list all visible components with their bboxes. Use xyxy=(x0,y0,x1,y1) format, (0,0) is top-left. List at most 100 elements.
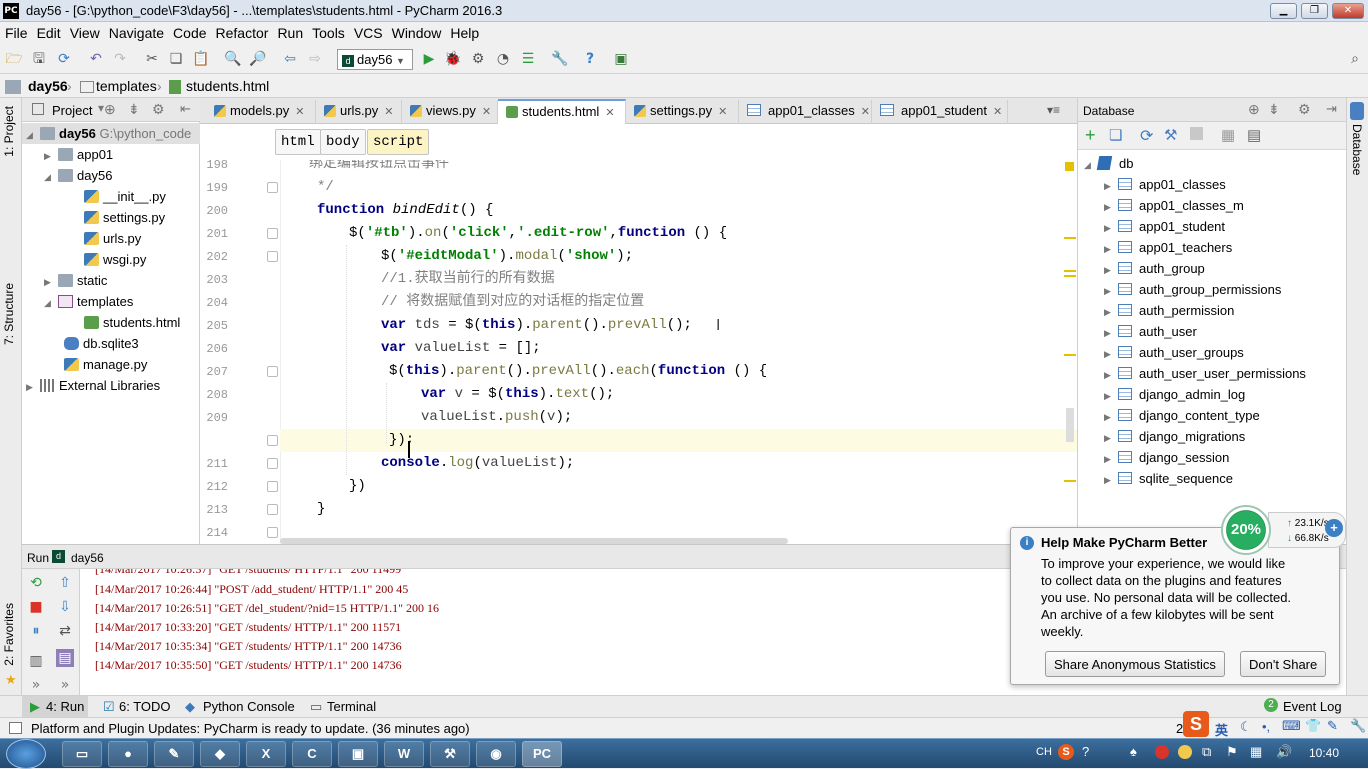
paint-taskbar-icon[interactable]: ◆ xyxy=(200,741,240,767)
tree-item-manage[interactable]: manage.py xyxy=(64,354,147,375)
db-table-item[interactable]: ▶ django_admin_log xyxy=(1078,384,1347,405)
sogou-ime-icon[interactable]: S xyxy=(1183,711,1209,737)
undo-icon[interactable]: ↶ xyxy=(87,50,105,68)
db-table-item[interactable]: ▶ app01_teachers xyxy=(1078,237,1347,258)
stop-icon[interactable]: ■ xyxy=(27,598,45,616)
save-app-taskbar-icon[interactable]: ▣ xyxy=(338,741,378,767)
status-message[interactable]: Platform and Plugin Updates: PyCharm is … xyxy=(31,721,470,736)
open-folder-icon[interactable]: 🗁 xyxy=(5,50,23,68)
tray-devices-icon[interactable]: ⧉ xyxy=(1202,744,1211,760)
tools-taskbar-icon[interactable]: ⚒ xyxy=(430,741,470,767)
ime-mode-label[interactable]: 英 xyxy=(1215,720,1228,739)
menu-code[interactable]: Code xyxy=(168,22,210,41)
fold-marker-icon[interactable] xyxy=(267,228,278,239)
tab-app01-classes[interactable]: app01_classes ✕ xyxy=(739,100,872,124)
menu-edit[interactable]: Edit xyxy=(32,22,65,41)
redo-icon[interactable]: ↷ xyxy=(111,50,129,68)
fold-marker-icon[interactable] xyxy=(267,458,278,469)
tab-settings-py[interactable]: settings.py ✕ xyxy=(626,100,739,124)
db-table-item[interactable]: ▶ app01_student xyxy=(1078,216,1347,237)
db-table-item[interactable]: ▶ app01_classes xyxy=(1078,174,1347,195)
tray-yellow-icon[interactable] xyxy=(1178,745,1192,759)
layout-icon[interactable]: ▥ xyxy=(27,652,45,670)
forward-icon[interactable]: ⇨ xyxy=(306,50,324,68)
db-table-item[interactable]: ▶ auth_group_permissions xyxy=(1078,279,1347,300)
scroll-up-icon[interactable]: ⇧ xyxy=(56,574,74,592)
explorer-taskbar-icon[interactable]: ▭ xyxy=(62,741,102,767)
breadcrumb-body[interactable]: body xyxy=(320,129,366,155)
status-panel-icon[interactable] xyxy=(9,722,22,734)
nav-file[interactable]: students.html xyxy=(186,78,269,94)
database-tool-tab[interactable]: Database xyxy=(1350,124,1364,175)
tab-python-console[interactable]: Python Console xyxy=(203,699,295,714)
tray-app-icon[interactable]: ♠ xyxy=(1130,744,1137,759)
minimize-button[interactable]: ▁ xyxy=(1270,3,1297,19)
gear-icon[interactable]: ⚙ xyxy=(152,101,165,118)
tree-item-students-html[interactable]: students.html xyxy=(84,312,180,333)
tree-item-init[interactable]: __init__.py xyxy=(84,186,166,207)
help-icon[interactable]: ? xyxy=(581,50,599,68)
fold-marker-icon[interactable] xyxy=(267,366,278,377)
share-statistics-button[interactable]: Share Anonymous Statistics xyxy=(1045,651,1225,677)
moon-icon[interactable]: ☾ xyxy=(1240,719,1252,735)
soft-wrap-icon[interactable]: ⇄ xyxy=(56,622,74,640)
menu-view[interactable]: View xyxy=(65,22,104,41)
word-taskbar-icon[interactable]: W xyxy=(384,741,424,767)
db-table-item[interactable]: ▶ django_session xyxy=(1078,447,1347,468)
user-icon[interactable]: 👕 xyxy=(1305,718,1321,734)
replace-icon[interactable]: 🔎 xyxy=(249,50,267,68)
tabs-overflow-icon[interactable]: ▾≡ xyxy=(1047,103,1060,117)
error-stripe[interactable] xyxy=(1064,160,1076,544)
project-tool-tab[interactable]: 1: Project xyxy=(2,106,16,157)
clock-time[interactable]: 10:40 xyxy=(1309,746,1339,760)
tree-item-templates[interactable]: ◢ templates xyxy=(44,291,133,312)
collapse-icon[interactable]: ⇟ xyxy=(1268,101,1280,118)
close-icon[interactable]: ✕ xyxy=(295,106,304,118)
tools-icon[interactable]: 🔧 xyxy=(1350,718,1366,734)
close-icon[interactable]: ✕ xyxy=(605,107,614,119)
db-table-item[interactable]: ▶ auth_permission xyxy=(1078,300,1347,321)
db-table-item[interactable]: ▶ auth_user_groups xyxy=(1078,342,1347,363)
menu-refactor[interactable]: Refactor xyxy=(211,22,273,41)
db-table-item[interactable]: ▶ django_migrations xyxy=(1078,426,1347,447)
close-icon[interactable]: ✕ xyxy=(861,106,870,118)
properties-icon[interactable]: ⚒ xyxy=(1164,126,1177,144)
excel-taskbar-icon[interactable]: X xyxy=(246,741,286,767)
keyboard-icon[interactable]: ⌨ xyxy=(1282,718,1301,734)
tree-item-wsgi[interactable]: wsgi.py xyxy=(84,249,146,270)
db-root-item[interactable]: ◢ db xyxy=(1078,153,1347,174)
fold-marker-icon[interactable] xyxy=(267,251,278,262)
menu-file[interactable]: File xyxy=(0,22,32,41)
tree-item-day56[interactable]: ◢ day56 xyxy=(44,165,112,186)
tray-network-icon[interactable]: ▦ xyxy=(1250,744,1262,760)
tree-item-settings[interactable]: settings.py xyxy=(84,207,165,228)
db-table-item[interactable]: ▶ app01_classes_m xyxy=(1078,195,1347,216)
structure-tool-tab[interactable]: 7: Structure xyxy=(2,283,16,345)
tree-item-app01[interactable]: ▶ app01 xyxy=(44,144,113,165)
more-icon[interactable]: » xyxy=(27,676,45,694)
breadcrumb-script[interactable]: script xyxy=(367,129,430,155)
fold-marker-icon[interactable] xyxy=(267,504,278,515)
back-icon[interactable]: ⇦ xyxy=(281,50,299,68)
stop-icon[interactable] xyxy=(1190,127,1203,140)
profile-icon[interactable]: ◔ xyxy=(494,50,512,68)
search-everywhere-icon[interactable]: ⌕ xyxy=(1346,50,1364,68)
locate-icon[interactable]: ⊕ xyxy=(1248,101,1260,118)
favorites-tool-tab[interactable]: 2: Favorites xyxy=(2,603,16,666)
console-icon[interactable]: ▤ xyxy=(1247,126,1261,144)
plus-circle-icon[interactable]: + xyxy=(1325,519,1343,537)
tree-item-external-libraries[interactable]: ▶ External Libraries xyxy=(26,375,160,396)
tree-item-urls[interactable]: urls.py xyxy=(84,228,141,249)
add-icon[interactable]: + xyxy=(1085,125,1096,146)
qq-taskbar-icon[interactable]: ● xyxy=(108,741,148,767)
start-button-icon[interactable] xyxy=(6,739,46,769)
tab-event-log[interactable]: Event Log xyxy=(1283,699,1342,714)
dont-share-button[interactable]: Don't Share xyxy=(1240,651,1327,677)
help-tray-icon[interactable]: ? xyxy=(1082,744,1089,759)
pause-icon[interactable]: ⏸ xyxy=(27,622,45,640)
scroll-down-icon[interactable]: ⇩ xyxy=(56,598,74,616)
run-config-select[interactable]: d day56 ▼ xyxy=(337,49,413,70)
close-icon[interactable]: ✕ xyxy=(993,106,1002,118)
pycharm-taskbar-icon[interactable]: PC xyxy=(522,741,562,767)
cut-icon[interactable]: ✂ xyxy=(143,50,161,68)
